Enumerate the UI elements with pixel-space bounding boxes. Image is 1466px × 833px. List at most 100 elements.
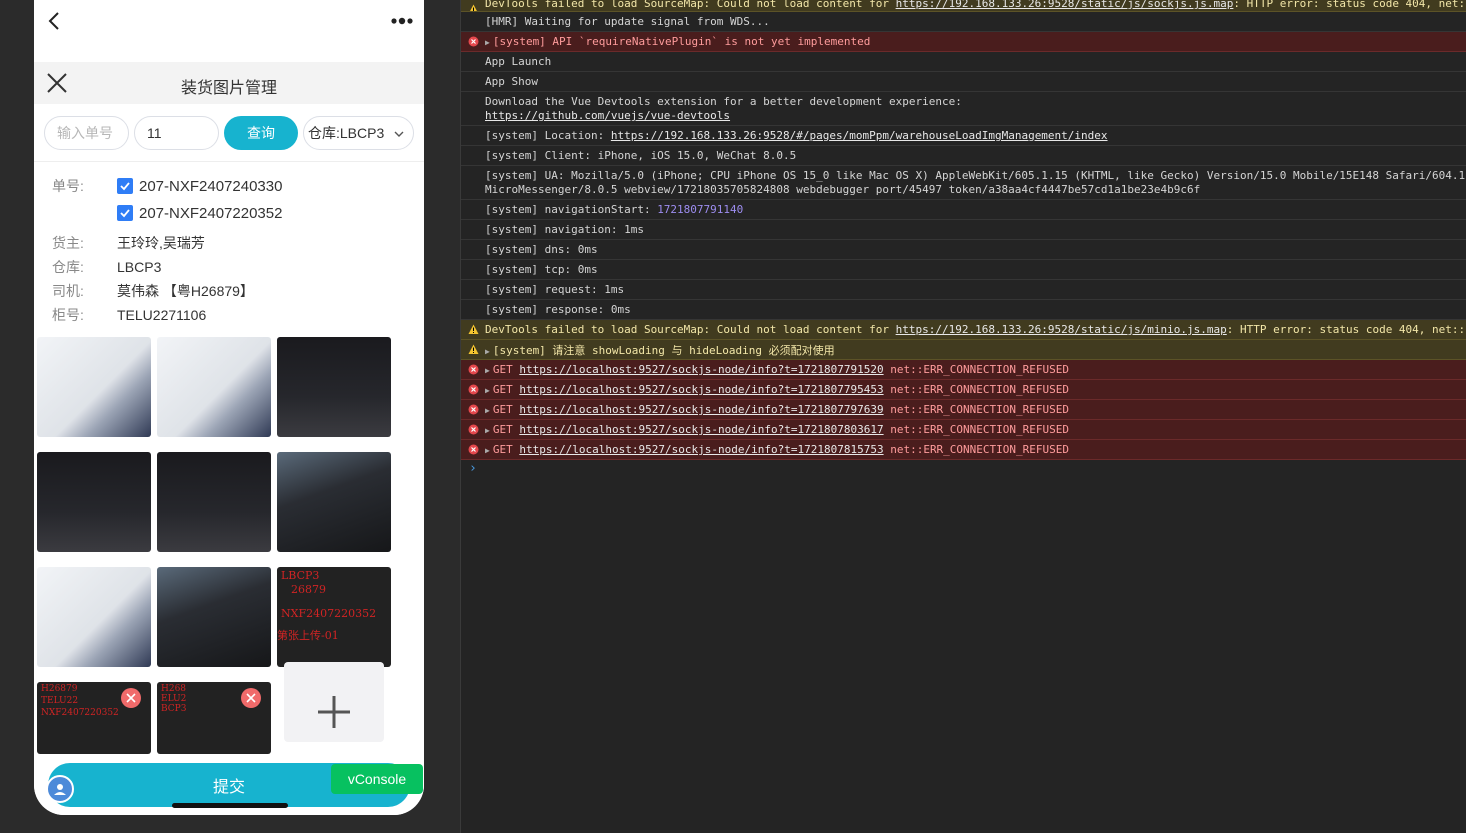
back-icon[interactable] bbox=[44, 8, 64, 34]
console-text: [system] navigationStart: bbox=[485, 203, 658, 216]
console-text: net::ERR_CONNECTION_REFUSED bbox=[890, 423, 1070, 436]
console-line[interactable]: [system] navigation: 1ms bbox=[461, 220, 1466, 240]
console-line[interactable]: [system] tcp: 0ms bbox=[461, 260, 1466, 280]
console-line[interactable]: ▶ [system] 请注意 showLoading 与 hideLoading … bbox=[461, 340, 1466, 360]
owner-row: 货主: 王玲玲,吴瑞芳 bbox=[52, 233, 205, 253]
expand-triangle-icon[interactable]: ▶ bbox=[485, 446, 490, 455]
screen: 装货图片管理 输入单号 11 查询 仓库: LBCP3 单号: 207-NXF2… bbox=[0, 0, 1466, 833]
delete-photo-icon[interactable] bbox=[121, 688, 141, 708]
photo-thumbnail[interactable] bbox=[157, 337, 271, 437]
warning-icon bbox=[468, 344, 479, 354]
console-prompt[interactable]: › bbox=[469, 461, 477, 476]
console-text: [system] request: 1ms bbox=[485, 283, 625, 296]
console-line[interactable]: DevTools failed to load SourceMap: Could… bbox=[461, 0, 1466, 12]
expand-triangle-icon[interactable]: ▶ bbox=[485, 386, 490, 395]
console-line[interactable]: Download the Vue Devtools extension for … bbox=[461, 92, 1466, 126]
http-method: GET bbox=[492, 403, 513, 416]
home-indicator bbox=[172, 803, 288, 808]
order-number-input[interactable]: 输入单号 bbox=[44, 116, 129, 150]
warning-icon bbox=[470, 4, 477, 11]
photo-thumbnail[interactable] bbox=[37, 567, 151, 667]
console-text: [system] response: 0ms bbox=[485, 303, 631, 316]
photo-thumbnail[interactable] bbox=[37, 452, 151, 552]
watermark-text: LBCP3 bbox=[281, 569, 320, 582]
console-text: DevTools failed to load SourceMap: Could… bbox=[485, 323, 896, 336]
driver-row: 司机: 莫伟森 【粤H26879】 bbox=[52, 281, 254, 301]
request-link[interactable]: https://localhost:9527/sockjs-node/info?… bbox=[519, 423, 883, 436]
vue-devtools-link[interactable]: https://github.com/vuejs/vue-devtools bbox=[485, 109, 730, 122]
photo-thumbnail[interactable] bbox=[157, 452, 271, 552]
source-map-link[interactable]: https://192.168.133.26:9528/static/js/mi… bbox=[896, 323, 1227, 336]
phone-frame: 装货图片管理 输入单号 11 查询 仓库: LBCP3 单号: 207-NXF2… bbox=[34, 0, 424, 815]
more-options-icon[interactable] bbox=[390, 10, 414, 32]
console-text: [system] UA: Mozilla/5.0 (iPhone; CPU iP… bbox=[485, 169, 1466, 182]
vconsole-button[interactable]: vConsole bbox=[331, 764, 423, 794]
console-line[interactable]: [system] Location: https://192.168.133.2… bbox=[461, 126, 1466, 146]
console-text: MicroMessenger/8.0.5 webview/17218035705… bbox=[485, 183, 1201, 196]
order-row: 单号: 207-NXF2407240330 bbox=[52, 176, 282, 196]
console-line[interactable]: [system] navigationStart: 1721807791140 bbox=[461, 200, 1466, 220]
container-row: 柜号: TELU2271106 bbox=[52, 305, 206, 325]
console-text: net::ERR_CONNECTION_REFUSED bbox=[890, 403, 1070, 416]
console-line[interactable]: [system] response: 0ms bbox=[461, 300, 1466, 320]
add-photo-button[interactable] bbox=[284, 662, 384, 742]
avatar[interactable] bbox=[46, 775, 74, 803]
order-checkbox-1[interactable] bbox=[117, 178, 133, 194]
console-line[interactable]: App Launch bbox=[461, 52, 1466, 72]
container-label: 柜号: bbox=[52, 307, 84, 323]
console-line[interactable]: [system] request: 1ms bbox=[461, 280, 1466, 300]
page-header: 装货图片管理 bbox=[34, 62, 424, 104]
expand-triangle-icon[interactable]: ▶ bbox=[485, 426, 490, 435]
plus-icon bbox=[318, 696, 350, 728]
photo-thumbnail[interactable] bbox=[277, 452, 391, 552]
console-line[interactable]: [system] Client: iPhone, iOS 15.0, WeCha… bbox=[461, 146, 1466, 166]
console-line[interactable]: [HMR] Waiting for update signal from WDS… bbox=[461, 12, 1466, 32]
value-input[interactable]: 11 bbox=[134, 116, 219, 150]
owner-label: 货主: bbox=[52, 235, 84, 251]
console-text: App Launch bbox=[485, 55, 552, 68]
console-text: DevTools failed to load SourceMap: Could… bbox=[485, 0, 896, 10]
console-line[interactable]: ▶ GET https://localhost:9527/sockjs-node/… bbox=[461, 380, 1466, 400]
location-link[interactable]: https://192.168.133.26:9528/#/pages/momP… bbox=[611, 129, 1108, 142]
error-icon bbox=[468, 384, 479, 395]
console-line[interactable]: DevTools failed to load SourceMap: Could… bbox=[461, 320, 1466, 340]
console-line[interactable]: ▶ [system] API `requireNativePlugin` is n… bbox=[461, 32, 1466, 52]
delete-photo-icon[interactable] bbox=[241, 688, 261, 708]
source-map-link[interactable]: https://192.168.133.26:9528/static/js/so… bbox=[896, 0, 1234, 10]
console-line[interactable]: App Show bbox=[461, 72, 1466, 92]
warehouse-select[interactable]: 仓库: LBCP3 bbox=[303, 116, 414, 150]
error-icon bbox=[468, 444, 479, 455]
order-row: 207-NXF2407220352 bbox=[117, 203, 282, 223]
console-line[interactable]: [system] UA: Mozilla/5.0 (iPhone; CPU iP… bbox=[461, 166, 1466, 200]
console-text: Download the Vue Devtools extension for … bbox=[485, 95, 962, 108]
expand-triangle-icon[interactable]: ▶ bbox=[485, 366, 490, 375]
photo-thumbnail[interactable]: H268 ELU2 BCP3 bbox=[157, 682, 271, 754]
driver-label: 司机: bbox=[52, 283, 84, 299]
expand-triangle-icon[interactable]: ▶ bbox=[485, 38, 490, 47]
photo-thumbnail[interactable]: LBCP3 26879 NXF2407220352 第张上传-01 bbox=[277, 567, 391, 667]
console-line[interactable]: ▶ GET https://localhost:9527/sockjs-node/… bbox=[461, 420, 1466, 440]
warehouse-label: 仓库: bbox=[52, 259, 84, 275]
console-line[interactable]: [system] dns: 0ms bbox=[461, 240, 1466, 260]
error-icon bbox=[468, 404, 479, 415]
photo-thumbnail[interactable] bbox=[37, 337, 151, 437]
request-link[interactable]: https://localhost:9527/sockjs-node/info?… bbox=[519, 443, 883, 456]
query-button[interactable]: 查询 bbox=[224, 116, 298, 150]
expand-triangle-icon[interactable]: ▶ bbox=[485, 347, 490, 356]
console-line[interactable]: ▶ GET https://localhost:9527/sockjs-node/… bbox=[461, 440, 1466, 460]
request-link[interactable]: https://localhost:9527/sockjs-node/info?… bbox=[519, 403, 883, 416]
console-line[interactable]: ▶ GET https://localhost:9527/sockjs-node/… bbox=[461, 400, 1466, 420]
console-number: 1721807791140 bbox=[657, 203, 744, 216]
page-title: 装货图片管理 bbox=[180, 80, 277, 97]
order-checkbox-2[interactable] bbox=[117, 205, 133, 221]
photo-thumbnail[interactable] bbox=[157, 567, 271, 667]
console-line[interactable]: ▶ GET https://localhost:9527/sockjs-node/… bbox=[461, 360, 1466, 380]
request-link[interactable]: https://localhost:9527/sockjs-node/info?… bbox=[519, 383, 883, 396]
error-icon bbox=[468, 364, 479, 375]
http-method: GET bbox=[492, 443, 513, 456]
expand-triangle-icon[interactable]: ▶ bbox=[485, 406, 490, 415]
watermark-text: H26879 bbox=[41, 684, 78, 694]
request-link[interactable]: https://localhost:9527/sockjs-node/info?… bbox=[519, 363, 883, 376]
photo-thumbnail[interactable]: H26879 TELU22 NXF2407220352 bbox=[37, 682, 151, 754]
photo-thumbnail[interactable] bbox=[277, 337, 391, 437]
